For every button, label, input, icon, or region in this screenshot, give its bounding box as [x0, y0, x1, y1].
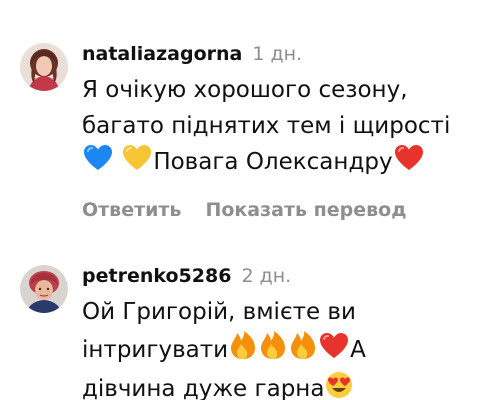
reply-button[interactable]: Ответить	[82, 199, 181, 221]
comment-text: Я очікую хорошого сезону, багато підняти…	[82, 72, 490, 183]
comment-time: 1 дн.	[252, 43, 303, 65]
heart-eyes-face-icon	[325, 371, 353, 400]
comment-text-line: багато піднятих тем і щирості	[82, 113, 451, 139]
red-heart-icon	[394, 144, 424, 183]
show-translation-button[interactable]: Показать перевод	[205, 199, 406, 221]
fire-icon	[289, 330, 317, 371]
comment-text-line: інтригувати А	[82, 330, 490, 371]
fire-icon	[229, 330, 257, 371]
username[interactable]: nataliazagorna	[82, 43, 242, 65]
comment-text: Ой Григорій, вмієте ви інтригувати А дів…	[82, 294, 490, 400]
comment-text-segment: дівчина дуже гарна	[82, 376, 325, 400]
fire-icon	[259, 330, 287, 371]
yellow-heart-icon	[122, 144, 152, 183]
avatar-nataliazagorna[interactable]	[20, 43, 68, 91]
comment-time: 2 дн.	[241, 265, 292, 287]
username[interactable]: petrenko5286	[82, 265, 231, 287]
comment-text-segment: інтригувати	[82, 337, 229, 363]
comment-text-line: Повага Олександру	[82, 144, 490, 183]
avatar-petrenko5286[interactable]	[20, 265, 68, 313]
comment-text-segment: Повага Олександру	[153, 149, 393, 175]
comment-text-line: Ой Григорій, вмієте ви	[82, 299, 356, 325]
comment-text-line: дівчина дуже гарна	[82, 371, 490, 400]
blue-heart-icon	[83, 144, 113, 183]
red-heart-icon	[319, 332, 349, 371]
comment-text-segment: А	[350, 337, 366, 363]
comment-text-line: Я очікую хорошого сезону,	[82, 77, 408, 103]
